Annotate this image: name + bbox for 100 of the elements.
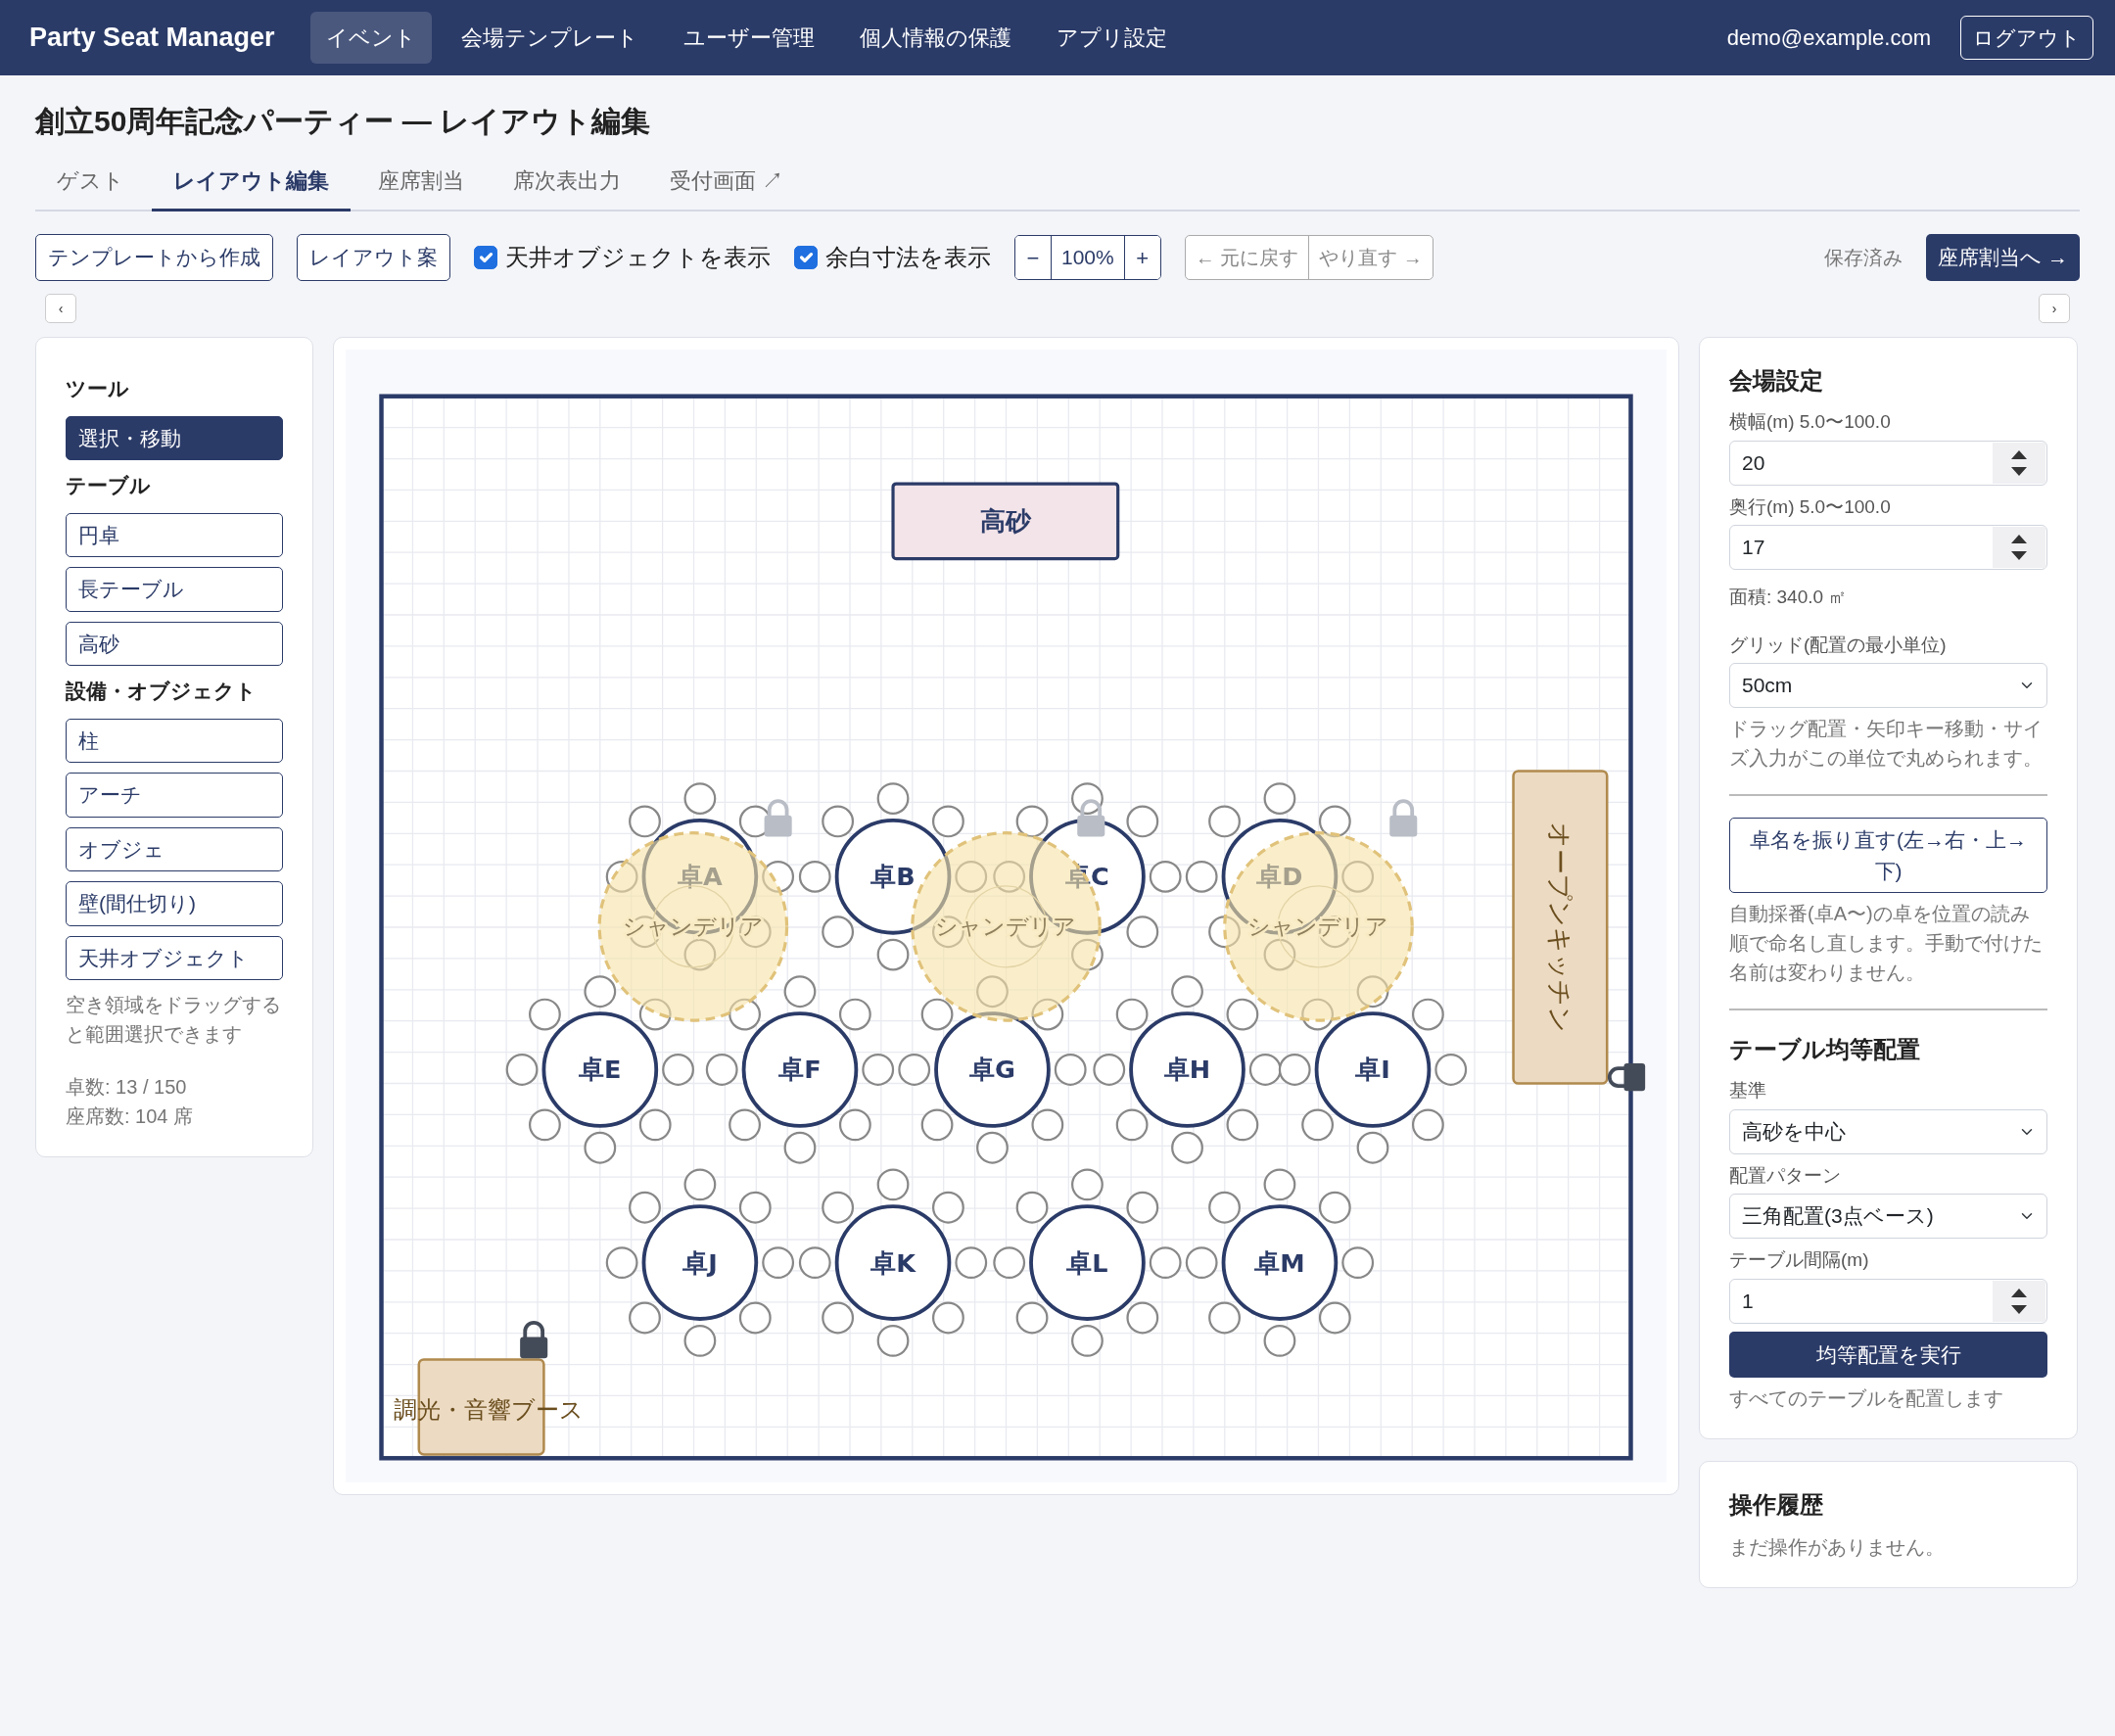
stat-text: 座席数: 104 席 bbox=[66, 1104, 195, 1129]
seat[interactable] bbox=[738, 915, 772, 949]
spinner-button[interactable] bbox=[1993, 527, 2045, 568]
tab[interactable]: ゲスト bbox=[35, 157, 146, 211]
user-email: demo@example.com bbox=[1726, 24, 1931, 52]
tool-button[interactable]: 選択・移動 bbox=[66, 415, 283, 460]
round-table[interactable]: 卓L bbox=[1029, 1204, 1146, 1321]
seat[interactable] bbox=[1318, 805, 1351, 838]
section-title: 会場設定 bbox=[1729, 366, 1824, 396]
checkbox[interactable] bbox=[474, 246, 497, 269]
seat[interactable] bbox=[1126, 805, 1159, 838]
page-title: 創立50周年記念パーティー — レイアウト編集 bbox=[35, 104, 652, 139]
round-table[interactable]: 卓K bbox=[834, 1204, 952, 1321]
redo-button[interactable]: やり直す → bbox=[1308, 236, 1433, 279]
collapse-right-button[interactable]: › bbox=[2039, 294, 2070, 323]
seat[interactable] bbox=[876, 938, 910, 971]
nav-link[interactable]: アプリ設定 bbox=[1040, 12, 1183, 64]
checkbox-label: 余白寸法を表示 bbox=[825, 243, 991, 272]
section-title: テーブル bbox=[66, 473, 152, 498]
seat[interactable] bbox=[683, 1168, 717, 1201]
zoom-level: 100% bbox=[1051, 236, 1125, 279]
collapse-left-button[interactable]: ‹ bbox=[45, 294, 76, 323]
seat[interactable] bbox=[920, 1108, 954, 1142]
toolbar-button[interactable]: テンプレートから作成 bbox=[35, 234, 273, 281]
run-button[interactable]: 均等配置を実行 bbox=[1729, 1331, 2047, 1378]
undo-button[interactable]: ← 元に戻す bbox=[1185, 236, 1309, 279]
seat[interactable] bbox=[1031, 998, 1064, 1031]
tool-button[interactable]: アーチ bbox=[66, 773, 283, 818]
spinner-button[interactable] bbox=[1993, 1280, 2045, 1322]
help-text: 自動採番(卓A〜)の卓を位置の読み順で命名し直します。手動で付けた名前は変わりません。 bbox=[1729, 902, 2044, 985]
round-table[interactable]: 卓I bbox=[1314, 1011, 1432, 1128]
seat[interactable] bbox=[1015, 1191, 1049, 1224]
select-field[interactable]: 高砂を中心 bbox=[1729, 1108, 2047, 1154]
renumber-button[interactable]: 卓名を振り直す(左→右・上→下) bbox=[1729, 818, 2047, 893]
seat[interactable] bbox=[876, 1168, 910, 1201]
tab[interactable]: 座席割当 bbox=[356, 157, 486, 211]
seat[interactable] bbox=[738, 1191, 772, 1224]
help-text: すべてのテーブルを配置します bbox=[1729, 1386, 2004, 1411]
logout-button[interactable]: ログアウト bbox=[1960, 15, 2093, 61]
section-title: 設備・オブジェクト bbox=[66, 679, 258, 704]
help-text: ドラッグ配置・矢印キー移動・サイズ入力がこの単位で丸められます。 bbox=[1729, 717, 2044, 771]
seat[interactable] bbox=[1226, 1108, 1259, 1142]
save-status: 保存済み bbox=[1824, 246, 1904, 270]
seat[interactable] bbox=[1126, 1301, 1159, 1335]
toolbar-button[interactable]: レイアウト案 bbox=[297, 234, 450, 281]
tab[interactable]: レイアウト編集 bbox=[152, 157, 351, 211]
seat[interactable] bbox=[1126, 915, 1159, 949]
tab[interactable]: 席次表出力 bbox=[492, 157, 642, 211]
seat[interactable] bbox=[1015, 805, 1049, 838]
round-table[interactable]: 卓E bbox=[541, 1011, 659, 1128]
field-label: テーブル間隔(m) bbox=[1729, 1248, 1870, 1272]
nav-link[interactable]: イベント bbox=[309, 12, 432, 64]
tool-button[interactable]: 長テーブル bbox=[66, 567, 283, 612]
round-table[interactable]: 卓J bbox=[641, 1204, 759, 1321]
seat[interactable] bbox=[1115, 998, 1149, 1031]
stat-text: 卓数: 13 / 150 bbox=[66, 1075, 188, 1100]
tool-button[interactable]: 高砂 bbox=[66, 621, 283, 666]
select-field[interactable]: 50cm bbox=[1729, 663, 2047, 708]
round-table[interactable]: 卓M bbox=[1221, 1204, 1339, 1321]
nav-link[interactable]: 個人情報の保護 bbox=[843, 12, 1027, 64]
seat[interactable] bbox=[1031, 1108, 1064, 1142]
empty-text: まだ操作がありません。 bbox=[1729, 1535, 1946, 1560]
tool-button[interactable]: オブジェ bbox=[66, 826, 283, 871]
seat[interactable] bbox=[584, 975, 617, 1009]
seat[interactable] bbox=[1226, 998, 1259, 1031]
stage-platform[interactable]: 高砂 bbox=[891, 482, 1120, 561]
seat[interactable] bbox=[783, 975, 817, 1009]
seat[interactable] bbox=[1356, 975, 1389, 1009]
spinner-icon bbox=[2009, 533, 2029, 562]
checkbox[interactable] bbox=[794, 246, 818, 269]
seat[interactable] bbox=[838, 1108, 871, 1142]
select-field[interactable]: 三角配置(3点ベース) bbox=[1729, 1194, 2047, 1239]
tool-button[interactable]: 円卓 bbox=[66, 512, 283, 557]
seat[interactable] bbox=[1263, 1168, 1296, 1201]
seat[interactable] bbox=[1318, 1301, 1351, 1335]
tab[interactable]: 受付画面 ↗ bbox=[648, 157, 806, 211]
tool-button[interactable]: 壁(間仕切り) bbox=[66, 881, 283, 926]
seat[interactable] bbox=[1015, 1301, 1049, 1335]
seat[interactable] bbox=[638, 998, 672, 1031]
seat[interactable] bbox=[1126, 1191, 1159, 1224]
tool-button[interactable]: 天井オブジェクト bbox=[66, 935, 283, 980]
seat[interactable] bbox=[584, 1131, 617, 1164]
round-table[interactable]: 卓F bbox=[741, 1011, 859, 1128]
section-title: ツール bbox=[66, 376, 130, 401]
spinner-button[interactable] bbox=[1993, 442, 2045, 484]
round-table[interactable]: 卓H bbox=[1129, 1011, 1246, 1128]
seat[interactable] bbox=[1356, 1131, 1389, 1164]
seat[interactable] bbox=[638, 1108, 672, 1142]
next-step-button[interactable]: 座席割当へ → bbox=[1926, 234, 2080, 281]
tool-button[interactable]: 柱 bbox=[66, 718, 283, 763]
seat[interactable] bbox=[1115, 1108, 1149, 1142]
nav-link[interactable]: 会場テンプレート bbox=[445, 12, 654, 64]
round-table[interactable]: 卓G bbox=[934, 1011, 1051, 1128]
nav-link[interactable]: ユーザー管理 bbox=[667, 12, 830, 64]
seat[interactable] bbox=[738, 1301, 772, 1335]
seat[interactable] bbox=[783, 1131, 817, 1164]
field-label: グリッド(配置の最小単位) bbox=[1729, 633, 1948, 657]
kitchen-area[interactable]: オープンキッチン bbox=[1512, 770, 1609, 1085]
seat[interactable] bbox=[920, 998, 954, 1031]
seat[interactable] bbox=[1318, 1191, 1351, 1224]
